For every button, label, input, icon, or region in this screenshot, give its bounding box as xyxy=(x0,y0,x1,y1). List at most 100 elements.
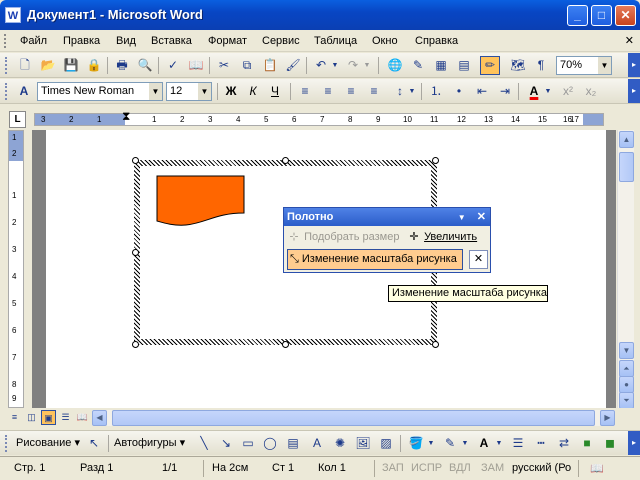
align-right-icon[interactable]: ≡ xyxy=(341,82,361,101)
line-icon[interactable]: ╲ xyxy=(194,434,214,453)
draw-menu-button[interactable]: Рисование ▾ xyxy=(16,436,80,449)
line-color-icon[interactable]: ✎ xyxy=(440,434,460,453)
arrow-style-icon[interactable]: ⇄ xyxy=(554,434,574,453)
new-icon[interactable]: 🗋 xyxy=(15,56,35,75)
autoshapes-button[interactable]: Автофигуры ▾ xyxy=(114,436,185,449)
fit-button[interactable]: ⊹ Подобрать размер xyxy=(287,228,399,247)
undo-icon[interactable]: ↶ xyxy=(311,56,331,75)
superscript-button[interactable]: x² xyxy=(558,82,578,101)
outline-view-icon[interactable]: ☰ xyxy=(58,410,73,425)
italic-button[interactable]: К xyxy=(243,82,263,101)
toolbar-grip[interactable] xyxy=(5,83,8,100)
maximize-button[interactable]: □ xyxy=(591,5,612,26)
arrow-icon[interactable]: ↘ xyxy=(216,434,236,453)
font-color-icon[interactable]: A xyxy=(474,434,494,453)
toolbar-options-icon[interactable]: ▸ xyxy=(628,53,640,77)
menu-format[interactable]: Формат xyxy=(208,35,247,47)
status-language[interactable]: русский (Ро xyxy=(512,462,571,474)
insert-table-icon[interactable]: ▦ xyxy=(431,56,451,75)
web-view-icon[interactable]: ◫ xyxy=(24,410,39,425)
toolbar-options-icon[interactable]: ▼ xyxy=(458,213,466,222)
resize-handle[interactable] xyxy=(282,157,289,164)
scale-drawing-button[interactable]: ⤡ Изменение масштаба рисунка xyxy=(287,249,463,270)
align-left-icon[interactable]: ≡ xyxy=(295,82,315,101)
undo-dropdown-icon[interactable]: ▼ xyxy=(330,56,340,75)
print-preview-icon[interactable]: 🔍 xyxy=(135,56,155,75)
spelling-icon[interactable]: ✓ xyxy=(163,56,183,75)
menu-file[interactable]: Файл xyxy=(20,35,47,47)
menu-help[interactable]: Справка xyxy=(415,35,458,47)
font-color-dropdown-icon[interactable]: ▼ xyxy=(494,434,504,453)
copy-icon[interactable]: ⧉ xyxy=(237,56,257,75)
show-hide-icon[interactable]: ¶ xyxy=(531,56,551,75)
hyperlink-icon[interactable]: 🌐 xyxy=(385,56,405,75)
toolbar-options-icon[interactable]: ▸ xyxy=(628,79,640,103)
font-color-dropdown-icon[interactable]: ▼ xyxy=(543,82,553,101)
redo-icon[interactable]: ↷ xyxy=(343,56,363,75)
toolbar-grip[interactable] xyxy=(5,57,8,74)
resize-handle[interactable] xyxy=(282,341,289,348)
scroll-thumb[interactable] xyxy=(619,152,634,182)
line-color-dropdown-icon[interactable]: ▼ xyxy=(460,434,470,453)
oval-icon[interactable]: ◯ xyxy=(260,434,280,453)
clipart-icon[interactable]: 🖼 xyxy=(353,434,373,453)
numbering-icon[interactable]: ⒈ xyxy=(426,82,446,101)
bold-button[interactable]: Ж xyxy=(221,82,241,101)
align-center-icon[interactable]: ≡ xyxy=(318,82,338,101)
menu-tools[interactable]: Сервис xyxy=(262,35,300,47)
wordart-icon[interactable]: A xyxy=(307,434,327,453)
research-icon[interactable]: 📖 xyxy=(186,56,206,75)
resize-handle[interactable] xyxy=(132,157,139,164)
open-icon[interactable]: 📂 xyxy=(38,56,58,75)
chevron-down-icon[interactable]: ▼ xyxy=(598,57,611,74)
close-document-icon[interactable]: ✕ xyxy=(625,34,634,47)
tab-selector-button[interactable]: L xyxy=(9,111,26,128)
status-overtype[interactable]: ЗАМ xyxy=(481,462,504,474)
previous-page-icon[interactable]: ⏶ xyxy=(619,360,634,377)
resize-handle[interactable] xyxy=(432,341,439,348)
status-extend[interactable]: ВДЛ xyxy=(449,462,471,474)
close-button[interactable]: ✕ xyxy=(615,5,636,26)
menu-insert[interactable]: Вставка xyxy=(151,35,192,47)
minimize-button[interactable]: _ xyxy=(567,5,588,26)
word-app-icon[interactable]: W xyxy=(5,7,21,23)
vertical-scrollbar[interactable]: ▲ ▼ ⏶ ● ⏷ xyxy=(617,130,634,409)
menu-view[interactable]: Вид xyxy=(116,35,136,47)
canvas-toolbar-header[interactable]: Полотно ▼ ✕ xyxy=(284,208,490,226)
status-rec[interactable]: ЗАП xyxy=(382,462,404,474)
document-map-icon[interactable]: 🗺 xyxy=(508,56,528,75)
scroll-thumb[interactable] xyxy=(112,410,595,426)
shadow-style-icon[interactable]: ■ xyxy=(577,434,597,453)
horizontal-ruler[interactable]: 3 2 1 ⧗ 1 2 3 4 5 6 7 8 9 10 11 12 13 14… xyxy=(34,110,604,126)
reading-view-icon[interactable]: 📖 xyxy=(75,410,90,425)
paste-icon[interactable]: 📋 xyxy=(260,56,280,75)
dash-style-icon[interactable]: ┅ xyxy=(531,434,551,453)
scroll-down-icon[interactable]: ▼ xyxy=(619,342,634,359)
styles-icon[interactable]: A xyxy=(14,82,34,101)
subscript-button[interactable]: x₂ xyxy=(581,82,601,101)
line-spacing-dropdown-icon[interactable]: ▼ xyxy=(407,82,417,101)
fill-color-icon[interactable]: 🪣 xyxy=(406,434,426,453)
resize-handle[interactable] xyxy=(432,157,439,164)
line-style-icon[interactable]: ☰ xyxy=(508,434,528,453)
close-icon[interactable]: ✕ xyxy=(477,211,486,223)
permission-icon[interactable]: 🔒 xyxy=(84,56,104,75)
diagram-icon[interactable]: ✺ xyxy=(330,434,350,453)
save-icon[interactable]: 💾 xyxy=(61,56,81,75)
drawing-icon[interactable]: ✏ xyxy=(480,56,500,75)
fill-color-dropdown-icon[interactable]: ▼ xyxy=(426,434,436,453)
decrease-indent-icon[interactable]: ⇤ xyxy=(472,82,492,101)
scroll-up-icon[interactable]: ▲ xyxy=(619,131,634,148)
tables-borders-icon[interactable]: ✎ xyxy=(408,56,428,75)
vertical-ruler[interactable]: 1 2 1 2 3 4 5 6 7 8 9 xyxy=(8,130,24,408)
toolbar-options-icon[interactable]: ▸ xyxy=(628,431,640,455)
text-wrap-icon[interactable]: ✕ xyxy=(469,250,488,269)
resize-handle[interactable] xyxy=(132,341,139,348)
print-layout-icon[interactable]: ▣ xyxy=(41,410,56,425)
print-icon[interactable]: 🖶 xyxy=(112,56,132,75)
format-painter-icon[interactable]: 🖌 xyxy=(283,56,303,75)
font-color-icon[interactable]: A xyxy=(524,82,544,101)
underline-button[interactable]: Ч xyxy=(265,82,285,101)
resize-handle[interactable] xyxy=(132,249,139,256)
horizontal-scrollbar[interactable]: ◀ ▶ xyxy=(92,410,615,426)
